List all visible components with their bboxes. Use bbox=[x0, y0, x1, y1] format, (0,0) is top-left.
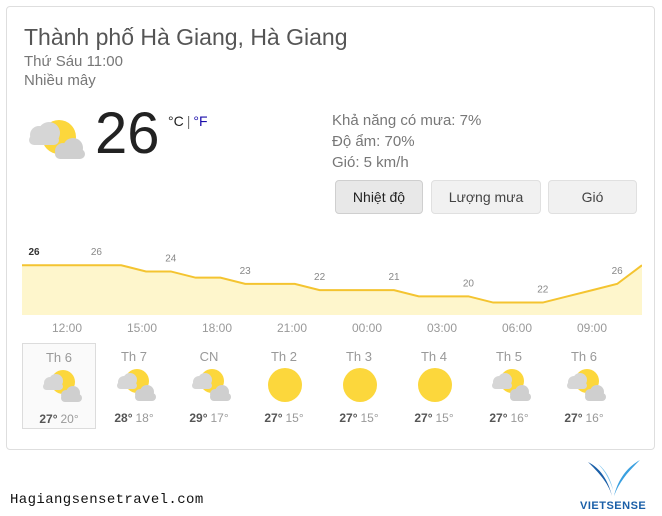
wind: Gió: 5 km/h bbox=[332, 154, 409, 171]
forecast-low: 16° bbox=[510, 411, 529, 425]
forecast-day[interactable]: Th 2 27° 15° bbox=[247, 343, 321, 429]
temp-point-label: 26 bbox=[28, 247, 40, 258]
forecast-day-name: Th 6 bbox=[45, 350, 72, 365]
location-title: Thành phố Hà Giang, Hà Giang bbox=[24, 24, 348, 50]
forecast-day-name: Th 2 bbox=[270, 349, 297, 364]
brand-name: VIETSENSE bbox=[580, 500, 647, 512]
weather-details: Khả năng có mưa: 7% Độ ẩm: 70% Gió: 5 km… bbox=[332, 110, 481, 173]
forecast-temps: 27° 16° bbox=[472, 411, 546, 425]
forecast-day-name: Th 7 bbox=[120, 349, 147, 364]
temp-point-label: 22 bbox=[537, 285, 549, 296]
forecast-high: 27° bbox=[414, 411, 433, 425]
temp-point-label: 21 bbox=[388, 272, 400, 283]
temp-point-label: 20 bbox=[463, 278, 475, 289]
temp-point-label: 23 bbox=[240, 266, 252, 277]
time-axis-label: 15:00 bbox=[127, 321, 157, 335]
rain-chance: Khả năng có mưa: 7% bbox=[332, 112, 482, 129]
unit-switch: °C | °F bbox=[168, 113, 208, 129]
site-url[interactable]: Hagiangsensetravel.com bbox=[10, 492, 204, 508]
time-axis-label: 00:00 bbox=[352, 321, 382, 335]
temp-point-label: 22 bbox=[314, 272, 326, 283]
forecast-low: 15° bbox=[435, 411, 454, 425]
humidity: Độ ẩm: 70% bbox=[332, 133, 415, 150]
current-temperature: 26 bbox=[95, 101, 160, 166]
time-axis-label: 12:00 bbox=[52, 321, 82, 335]
forecast-temps: 27° 15° bbox=[322, 411, 396, 425]
time-axis-label: 18:00 bbox=[202, 321, 232, 335]
vietsense-bird-icon bbox=[588, 460, 640, 496]
forecast-high: 28° bbox=[114, 411, 133, 425]
forecast-day-name: Th 4 bbox=[420, 349, 447, 364]
forecast-high: 27° bbox=[339, 411, 358, 425]
forecast-day-name: Th 5 bbox=[495, 349, 522, 364]
partly-cloudy-icon bbox=[563, 367, 607, 403]
time-axis-label: 06:00 bbox=[502, 321, 532, 335]
forecast-temps: 27° 16° bbox=[547, 411, 621, 425]
forecast-low: 20° bbox=[60, 412, 79, 426]
forecast-day-name: Th 6 bbox=[570, 349, 597, 364]
partly-cloudy-icon bbox=[188, 367, 232, 403]
forecast-temps: 29° 17° bbox=[172, 411, 246, 425]
forecast-high: 27° bbox=[564, 411, 583, 425]
sunny-icon bbox=[263, 367, 307, 403]
weather-card: Thành phố Hà Giang, Hà Giang Thứ Sáu 11:… bbox=[6, 6, 655, 450]
fahrenheit-unit[interactable]: °F bbox=[193, 113, 207, 129]
temperature-chart: 26 26 24 23 22 21 20 22 26 12:00 15:00 18:00 21:00 00… bbox=[22, 247, 642, 335]
forecast-high: 27° bbox=[39, 412, 58, 426]
sunny-icon bbox=[338, 367, 382, 403]
tab-precipitation[interactable]: Lượng mưa bbox=[431, 180, 541, 214]
temp-point-label: 24 bbox=[165, 253, 177, 264]
forecast-low: 15° bbox=[360, 411, 379, 425]
condition-text: Nhiều mây bbox=[24, 72, 96, 89]
celsius-unit[interactable]: °C bbox=[168, 113, 184, 129]
forecast-day[interactable]: Th 4 27° 15° bbox=[397, 343, 471, 429]
forecast-temps: 27° 15° bbox=[247, 411, 321, 425]
datetime-text: Thứ Sáu 11:00 bbox=[24, 53, 123, 70]
forecast-day[interactable]: CN 29° 17° bbox=[172, 343, 246, 429]
sunny-icon bbox=[413, 367, 457, 403]
forecast-low: 16° bbox=[585, 411, 604, 425]
partly-cloudy-icon bbox=[39, 368, 83, 404]
forecast-day[interactable]: Th 7 28° 18° bbox=[97, 343, 171, 429]
forecast-day[interactable]: Th 3 27° 15° bbox=[322, 343, 396, 429]
time-axis-label: 21:00 bbox=[277, 321, 307, 335]
tab-temperature[interactable]: Nhiệt độ bbox=[335, 180, 423, 214]
partly-cloudy-icon bbox=[488, 367, 532, 403]
temp-point-label: 26 bbox=[612, 266, 624, 277]
forecast-high: 27° bbox=[264, 411, 283, 425]
forecast-day-name: Th 3 bbox=[345, 349, 372, 364]
forecast-day[interactable]: Th 5 27° 16° bbox=[472, 343, 546, 429]
partly-cloudy-icon bbox=[113, 367, 157, 403]
vietsense-logo: VIETSENSE bbox=[578, 458, 654, 514]
daily-forecast: Th 6 27° 20° Th 7 28° 18° CN 29° 17° Th 2 27° 15° Th… bbox=[22, 343, 642, 435]
temp-point-label: 26 bbox=[91, 247, 103, 258]
forecast-temps: 27° 15° bbox=[397, 411, 471, 425]
forecast-high: 27° bbox=[489, 411, 508, 425]
forecast-low: 17° bbox=[210, 411, 229, 425]
forecast-high: 29° bbox=[189, 411, 208, 425]
forecast-temps: 27° 20° bbox=[23, 412, 95, 426]
tab-wind[interactable]: Gió bbox=[548, 180, 637, 214]
time-axis-label: 09:00 bbox=[577, 321, 607, 335]
forecast-day[interactable]: Th 6 27° 16° bbox=[547, 343, 621, 429]
forecast-low: 18° bbox=[135, 411, 154, 425]
time-axis-label: 03:00 bbox=[427, 321, 457, 335]
forecast-day[interactable]: Th 6 27° 20° bbox=[22, 343, 96, 429]
unit-separator: | bbox=[186, 113, 191, 129]
forecast-low: 15° bbox=[285, 411, 304, 425]
forecast-temps: 28° 18° bbox=[97, 411, 171, 425]
partly-cloudy-icon bbox=[29, 120, 85, 159]
forecast-day-name: CN bbox=[199, 349, 219, 364]
